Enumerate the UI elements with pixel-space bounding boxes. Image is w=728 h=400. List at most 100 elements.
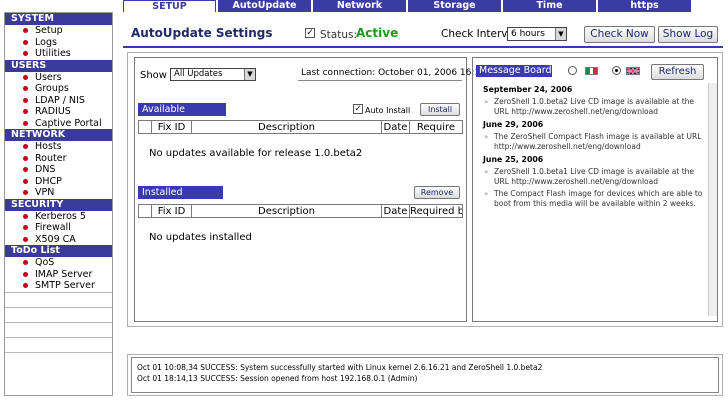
sidebar-item-logs[interactable]: Logs (5, 37, 112, 49)
sidebar-item-qos[interactable]: QoS (5, 257, 112, 269)
sidebar-empty-row (5, 291, 112, 307)
table-header-cell (138, 120, 152, 134)
language-radio-english[interactable] (612, 66, 621, 75)
install-button[interactable]: Install (420, 103, 460, 116)
bullet-icon (23, 51, 28, 56)
bullet-icon (23, 271, 28, 277)
available-updates-title: Available Updates (138, 103, 226, 128)
arrow-right-icon: » (484, 98, 489, 106)
check-interval-select[interactable]: 6 hours ▼ (507, 27, 567, 41)
sidebar-item-label: RADIUS (35, 106, 71, 117)
bullet-icon (23, 236, 28, 242)
bullet-icon (23, 144, 28, 149)
sidebar-item-captive-portal[interactable]: Captive Portal (5, 118, 112, 130)
table-header-cell (138, 204, 152, 218)
sidebar-item-radius[interactable]: RADIUS (5, 106, 112, 118)
sidebar-item-hosts[interactable]: Hosts (5, 141, 112, 153)
show-log-button[interactable]: Show Log (658, 26, 718, 43)
language-radio-italian[interactable] (568, 66, 577, 75)
remove-button[interactable]: Remove (414, 186, 460, 199)
sidebar-section-security: SECURITY (5, 198, 112, 211)
message-item: » The Compact Flash image for devices whi… (478, 189, 711, 209)
table-header-cell: Fix ID (151, 204, 192, 218)
arrow-right-icon: » (484, 168, 489, 176)
refresh-button[interactable]: Refresh (651, 64, 704, 80)
sidebar-item-label: Utilities (35, 48, 71, 59)
log-line: Oct 01 18:14,13 SUCCESS: Session opened … (137, 374, 418, 383)
sidebar: SYSTEM Setup Logs Utilities USERS Users Groups… (4, 12, 113, 396)
sidebar-item-label: Setup (35, 25, 63, 36)
status-value: Active (356, 26, 399, 40)
message-date: June 25, 2006 (483, 155, 544, 164)
auto-install-label: Auto Install (365, 106, 411, 115)
installed-updates-title: Installed Updates (138, 186, 223, 211)
show-filter-select[interactable]: All Updates ▼ (170, 68, 256, 81)
message-date: September 24, 2006 (483, 85, 573, 94)
tab-setup[interactable]: SETUP (123, 0, 216, 12)
bullet-icon (23, 39, 28, 45)
message-board-content[interactable]: September 24, 2006 » ZeroShell 1.0.beta2 L… (478, 82, 711, 318)
sidebar-item-setup[interactable]: Setup (5, 25, 112, 37)
chevron-down-icon: ▼ (244, 69, 255, 80)
last-connection: Last connection: October 01, 2006 16:18 (301, 68, 486, 78)
installed-empty-message: No updates installed (149, 232, 252, 243)
sidebar-item-groups[interactable]: Groups (5, 83, 112, 95)
page-title: AutoUpdate Settings (131, 26, 273, 40)
sidebar-item-smtp-server[interactable]: SMTP Server (5, 280, 112, 292)
sidebar-item-label: Firewall (35, 222, 71, 233)
bullet-icon (23, 213, 28, 219)
message-board-scrollbar[interactable] (708, 83, 717, 316)
check-now-button[interactable]: Check Now (584, 26, 655, 43)
sidebar-empty-row (5, 321, 112, 337)
tab-https[interactable]: https (598, 0, 691, 12)
bullet-icon (23, 74, 28, 80)
bullet-icon (23, 86, 28, 91)
sidebar-item-label: X509 CA (35, 233, 76, 245)
sidebar-item-label: Hosts (35, 141, 62, 152)
sidebar-item-label: Router (35, 152, 67, 164)
table-header-cell: Description (191, 120, 382, 134)
sidebar-item-vpn[interactable]: VPN (5, 187, 112, 199)
sidebar-item-router[interactable]: Router (5, 153, 112, 165)
table-header-cell: Require (409, 120, 463, 134)
tab-storage[interactable]: Storage (408, 0, 501, 12)
bullet-icon (23, 28, 28, 33)
sidebar-section-users: USERS (5, 59, 112, 72)
show-filter-value: All Updates (174, 69, 223, 79)
tab-time[interactable]: Time (503, 0, 596, 12)
auto-install-checkbox[interactable]: ✓ (353, 104, 363, 114)
sidebar-item-utilities[interactable]: Utilities (5, 48, 112, 60)
log-console: Oct 01 10:08,34 SUCCESS: System successf… (131, 357, 719, 393)
arrow-right-icon: » (484, 190, 489, 198)
tab-bar: SETUP AutoUpdate Network Storage Time https (123, 0, 728, 12)
message-item: » ZeroShell 1.0.beta1 Live CD image is av… (478, 167, 711, 187)
sidebar-item-kerberos-5[interactable]: Kerberos 5 (5, 211, 112, 223)
sidebar-item-label: DNS (35, 164, 56, 175)
sidebar-item-x509-ca[interactable]: X509 CA (5, 234, 112, 246)
table-header-cell: Required by (409, 204, 463, 218)
sidebar-item-label: Groups (35, 83, 69, 94)
table-header-cell: Date (381, 204, 410, 218)
sidebar-item-dns[interactable]: DNS (5, 164, 112, 176)
sidebar-empty-row (5, 351, 112, 367)
sidebar-item-dhcp[interactable]: DHCP (5, 176, 112, 188)
uk-flag-icon (626, 67, 640, 75)
tab-network[interactable]: Network (313, 0, 406, 12)
sidebar-item-imap-server[interactable]: IMAP Server (5, 269, 112, 281)
arrow-right-icon: » (484, 133, 489, 141)
table-header-cell: Description (191, 204, 382, 218)
tab-autoupdate[interactable]: AutoUpdate (218, 0, 311, 12)
sidebar-item-label: VPN (35, 187, 55, 198)
bullet-icon (23, 283, 28, 288)
table-header-cell: Date (381, 120, 410, 134)
message-text: ZeroShell 1.0.beta2 Live CD image is ava… (494, 97, 694, 116)
sidebar-empty-row (5, 306, 112, 322)
check-interval-value: 6 hours (511, 29, 545, 39)
sidebar-item-label: DHCP (35, 175, 62, 187)
status-checkbox[interactable]: ✓ (305, 28, 315, 38)
sidebar-item-ldap-nis[interactable]: LDAP / NIS (5, 95, 112, 107)
table-header-row: Fix ID Description Date Require (138, 120, 463, 134)
sidebar-item-firewall[interactable]: Firewall (5, 222, 112, 234)
sidebar-item-users[interactable]: Users (5, 72, 112, 84)
check-interval-label: Check Interval (441, 28, 517, 40)
